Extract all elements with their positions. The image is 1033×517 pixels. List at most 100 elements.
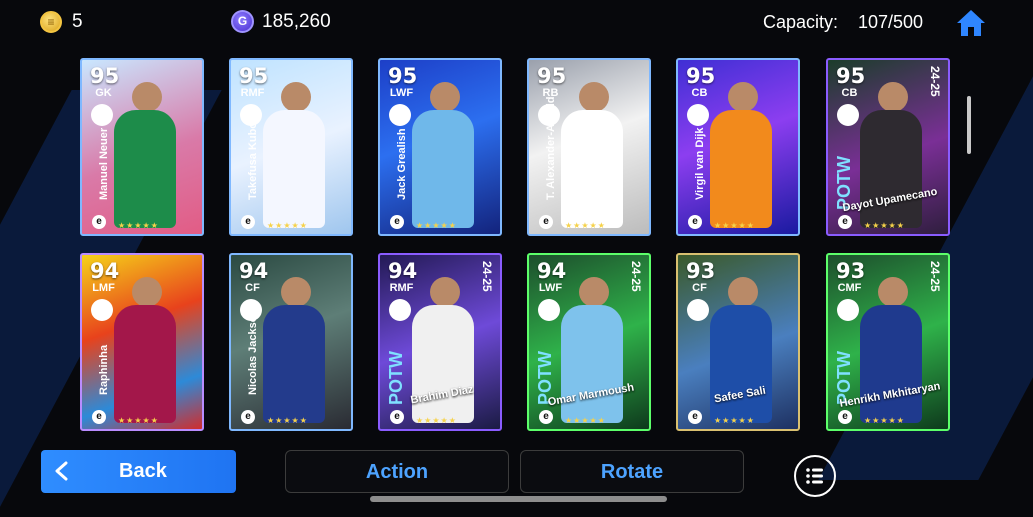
position-label: CB (841, 87, 858, 99)
player-head (579, 82, 609, 112)
rotate-button[interactable]: Rotate (520, 450, 744, 493)
player-head (728, 277, 758, 307)
player-card[interactable]: 95 RB T. Alexander-Arnold e ★★★★★ (527, 58, 651, 236)
scrollbar[interactable] (967, 96, 971, 154)
player-portrait (110, 277, 180, 427)
star-rating: ★★★★★ (714, 221, 755, 230)
position-label: RMF (389, 282, 414, 294)
efootball-logo-icon: e (539, 410, 553, 424)
overall-rating: 95 (239, 64, 269, 88)
star-rating: ★★★★★ (864, 416, 905, 425)
efootball-logo-icon: e (92, 215, 106, 229)
player-card[interactable]: 94 LMF Raphinha e ★★★★★ (80, 253, 204, 431)
efootball-logo-icon: e (390, 410, 404, 424)
position-label: GK (95, 87, 112, 99)
player-head (430, 82, 460, 112)
action-label: Action (365, 461, 429, 483)
player-portrait (259, 82, 329, 232)
player-kit (860, 110, 922, 228)
player-card[interactable]: 95 GK Manuel Neuer e ★★★★★ (80, 58, 204, 236)
star-rating: ★★★★★ (864, 221, 905, 230)
back-label: Back (119, 460, 167, 482)
player-kit (114, 305, 176, 423)
player-kit (710, 110, 772, 228)
player-card[interactable]: POTW 24-25 94 LWF Omar Marmoush e ★★★★★ (527, 253, 651, 431)
player-kit (114, 110, 176, 228)
home-indicator[interactable] (370, 496, 667, 502)
player-kit (860, 305, 922, 423)
menu-list-button[interactable] (794, 455, 836, 497)
player-card[interactable]: 95 RMF Takefusa Kubo e ★★★★★ (229, 58, 353, 236)
player-head (878, 82, 908, 112)
position-label: LMF (92, 282, 115, 294)
player-kit (263, 305, 325, 423)
club-badge-icon (91, 104, 113, 126)
overall-rating: 95 (686, 64, 716, 88)
back-button[interactable]: Back (41, 450, 236, 493)
efootball-logo-icon: e (539, 215, 553, 229)
player-portrait (259, 277, 329, 427)
capacity-value: 107/500 (858, 12, 924, 32)
star-rating: ★★★★★ (565, 416, 606, 425)
gp-value: 185,260 (262, 11, 331, 32)
overall-rating: 95 (388, 64, 418, 88)
player-card[interactable]: POTW 24-25 95 CB Dayot Upamecano e ★★★★★ (826, 58, 950, 236)
club-badge-icon (389, 104, 411, 126)
position-label: RMF (240, 87, 265, 99)
player-name: T. Alexander-Arnold (545, 96, 557, 201)
player-card[interactable]: 95 CB Virgil van Dijk e ★★★★★ (676, 58, 800, 236)
efootball-logo-icon: e (688, 215, 702, 229)
player-card[interactable]: POTW 24-25 94 RMF Brahim Diaz e ★★★★★ (378, 253, 502, 431)
player-card[interactable]: 95 LWF Jack Grealish e ★★★★★ (378, 58, 502, 236)
rotate-label: Rotate (600, 461, 664, 483)
efootball-logo-icon: e (241, 215, 255, 229)
overall-rating: 94 (239, 259, 269, 283)
capacity-label: Capacity: (763, 12, 839, 32)
player-card[interactable]: 94 CF Nicolas Jackson e ★★★★★ (229, 253, 353, 431)
efootball-logo-icon: e (688, 410, 702, 424)
top-bar: ≡ 5 G 185,260 Capacity: 107/500 (0, 0, 1033, 46)
player-kit (710, 305, 772, 423)
efootball-logo-icon: e (390, 215, 404, 229)
season-tag: 24-25 (480, 261, 494, 292)
player-portrait (110, 82, 180, 232)
player-head (281, 277, 311, 307)
overall-rating: 94 (388, 259, 418, 283)
position-label: LWF (538, 282, 563, 294)
player-card[interactable]: 93 CF Safee Sali e ★★★★★ (676, 253, 800, 431)
player-kit (263, 110, 325, 228)
overall-rating: 94 (537, 259, 567, 283)
overall-rating: 95 (836, 64, 866, 88)
season-tag: 24-25 (629, 261, 643, 292)
efootball-logo-icon: e (241, 410, 255, 424)
action-button[interactable]: Action (285, 450, 509, 493)
list-icon (806, 468, 823, 484)
player-kit (561, 305, 623, 423)
gp-icon: G (231, 10, 254, 33)
star-rating: ★★★★★ (565, 221, 606, 230)
overall-rating: 94 (90, 259, 120, 283)
overall-rating: 95 (537, 64, 567, 88)
club-badge-icon (837, 299, 859, 321)
player-name: Jack Grealish (396, 128, 408, 200)
club-badge-icon (687, 104, 709, 126)
club-badge-icon (389, 299, 411, 321)
player-portrait (557, 82, 627, 232)
player-name: Manuel Neuer (98, 127, 110, 200)
star-rating: ★★★★★ (267, 416, 308, 425)
star-rating: ★★★★★ (267, 221, 308, 230)
star-rating: ★★★★★ (416, 221, 457, 230)
player-name: Virgil van Dijk (694, 127, 706, 200)
player-card[interactable]: POTW 24-25 93 CMF Henrikh Mkhitaryan e ★★★★★ (826, 253, 950, 431)
player-kit (412, 110, 474, 228)
position-label: CF (245, 282, 260, 294)
overall-rating: 93 (686, 259, 716, 283)
player-head (132, 277, 162, 307)
season-tag: 24-25 (928, 261, 942, 292)
player-name: Nicolas Jackson (247, 308, 259, 395)
player-portrait (408, 82, 478, 232)
player-kit (412, 305, 474, 423)
home-icon[interactable] (955, 8, 987, 38)
club-badge-icon (687, 299, 709, 321)
player-head (878, 277, 908, 307)
